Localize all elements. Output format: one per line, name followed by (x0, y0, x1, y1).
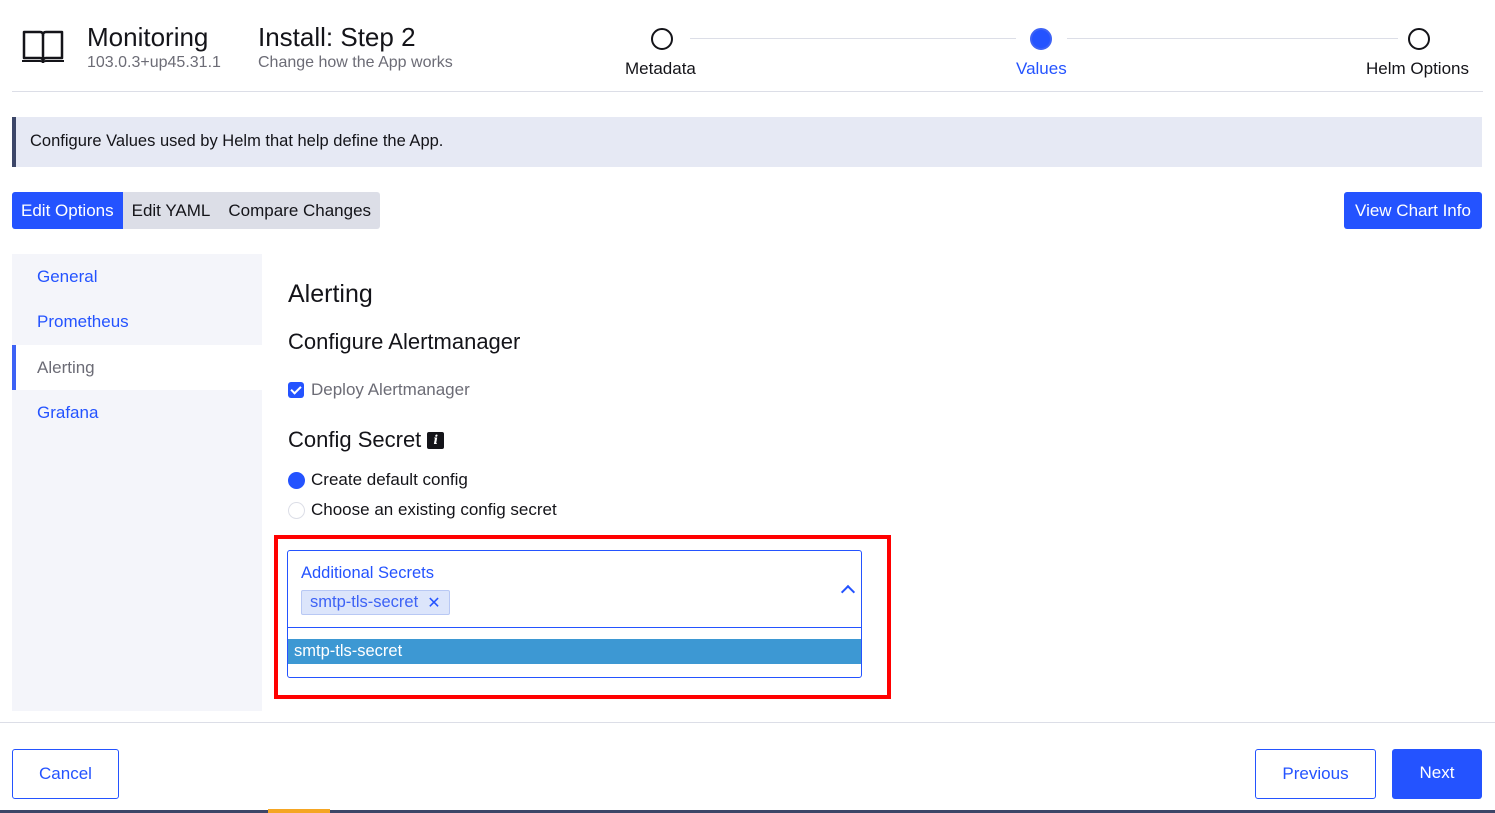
edit-mode-tabs: Edit Options Edit YAML Compare Changes (12, 192, 381, 229)
close-icon[interactable]: ✕ (427, 593, 440, 613)
step-values-indicator[interactable] (1030, 28, 1052, 50)
view-chart-info-button[interactable]: View Chart Info (1344, 192, 1482, 229)
deploy-alertmanager-checkbox-row[interactable]: Deploy Alertmanager (288, 380, 470, 400)
info-icon[interactable]: i (427, 431, 445, 449)
tab-compare-changes[interactable]: Compare Changes (219, 192, 380, 229)
app-title: Monitoring (87, 22, 209, 52)
config-secret-title-text: Config Secret (288, 427, 422, 452)
step-metadata-label[interactable]: Metadata (625, 59, 696, 79)
radio-label: Choose an existing config secret (311, 500, 557, 519)
deploy-alertmanager-checkbox[interactable] (288, 382, 304, 398)
selected-secret-tag-text: smtp-tls-secret (310, 593, 419, 611)
step-helm-options-indicator[interactable] (1408, 28, 1430, 50)
sidebar-item-grafana[interactable]: Grafana (12, 390, 262, 435)
footer-divider (0, 722, 1495, 723)
info-banner-text: Configure Values used by Helm that help … (30, 132, 444, 150)
dropdown-option[interactable]: smtp-tls-secret (288, 639, 861, 664)
selected-secret-tag: smtp-tls-secret ✕ (301, 590, 450, 615)
section-subtitle: Configure Alertmanager (288, 329, 521, 354)
additional-secrets-select[interactable]: Additional Secrets smtp-tls-secret ✕ smt… (287, 550, 862, 678)
step-subtitle: Change how the App works (258, 54, 453, 71)
radio-create-default-config[interactable]: Create default config (288, 470, 468, 490)
section-title: Alerting (288, 280, 373, 308)
next-button[interactable]: Next (1392, 749, 1482, 799)
dropdown-divider (288, 627, 861, 628)
previous-button[interactable]: Previous (1255, 749, 1376, 799)
step-metadata-indicator[interactable] (651, 28, 673, 50)
wizard-header: Monitoring 103.0.3+up45.31.1 Install: St… (12, 0, 1483, 92)
additional-secrets-label: Additional Secrets (301, 564, 434, 582)
step-values-label[interactable]: Values (1016, 59, 1067, 79)
chevron-up-icon[interactable] (840, 584, 856, 600)
bottom-accent (268, 809, 330, 813)
sidebar: General Prometheus Alerting Grafana (12, 254, 262, 711)
book-icon (22, 30, 64, 64)
radio-button-unchecked[interactable] (288, 501, 305, 519)
step-helm-options-label[interactable]: Helm Options (1366, 59, 1469, 79)
config-secret-title: Config Secret i (288, 427, 445, 453)
tab-edit-options[interactable]: Edit Options (12, 192, 123, 229)
sidebar-item-prometheus[interactable]: Prometheus (12, 299, 262, 344)
info-banner: Configure Values used by Helm that help … (12, 117, 1482, 167)
sidebar-item-general[interactable]: General (12, 254, 262, 299)
sidebar-item-alerting[interactable]: Alerting (12, 345, 262, 390)
step-title: Install: Step 2 (258, 22, 416, 52)
deploy-alertmanager-label: Deploy Alertmanager (311, 380, 470, 399)
app-version: 103.0.3+up45.31.1 (87, 54, 221, 71)
tab-edit-yaml[interactable]: Edit YAML (123, 192, 220, 229)
radio-label: Create default config (311, 470, 468, 489)
stepper-connector (690, 38, 1016, 39)
stepper-connector (1067, 38, 1398, 39)
radio-choose-existing-secret[interactable]: Choose an existing config secret (288, 500, 557, 520)
radio-button-checked[interactable] (288, 471, 305, 489)
cancel-button[interactable]: Cancel (12, 749, 119, 799)
